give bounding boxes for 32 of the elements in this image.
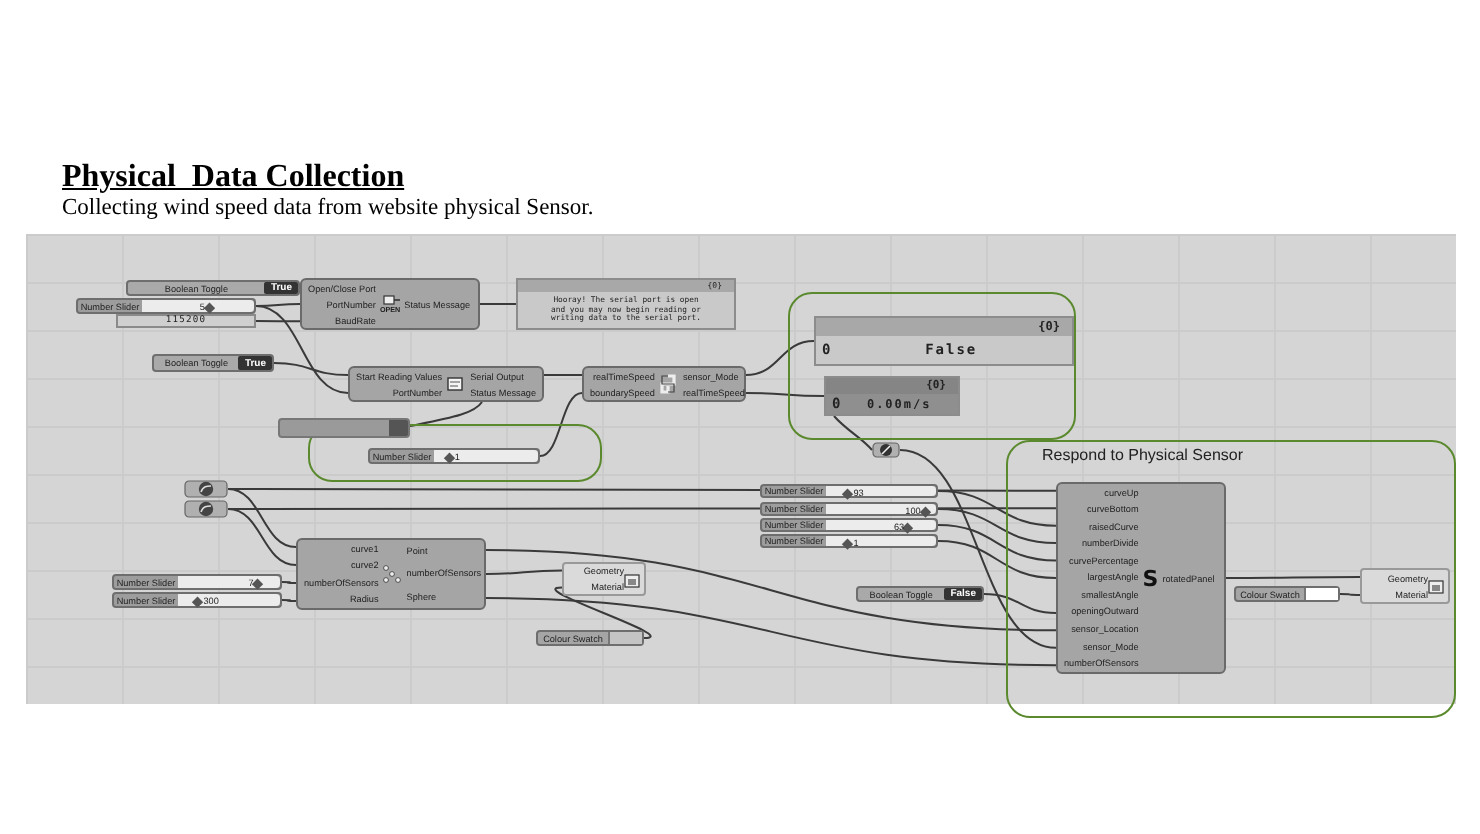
wire — [543, 374, 583, 376]
component-glyph: S — [1142, 567, 1159, 589]
curve-param-icon — [184, 500, 228, 518]
slider-grip[interactable] — [842, 537, 853, 548]
wire — [1225, 576, 1361, 579]
preview-icon — [624, 571, 640, 587]
swatch-color[interactable] — [1304, 588, 1338, 600]
wire — [1339, 593, 1361, 596]
wire — [479, 303, 517, 305]
wire — [833, 415, 873, 451]
slider-grip[interactable] — [192, 595, 203, 606]
curve-param-icon — [184, 480, 228, 498]
slider-grip[interactable] — [444, 451, 455, 462]
wire — [745, 340, 815, 376]
slider-bar — [278, 418, 410, 438]
slider-grip[interactable] — [919, 505, 930, 516]
wire — [539, 392, 583, 457]
document-title: Physical Data Collection — [62, 160, 405, 196]
points-icon — [382, 564, 403, 584]
plug-icon — [381, 294, 400, 306]
swatch-color[interactable] — [608, 632, 642, 644]
wire — [745, 392, 825, 397]
document-subtitle: Collecting wind speed data from website physical Sensor. — [62, 196, 596, 222]
slider-grip[interactable] — [252, 577, 262, 588]
wire — [409, 401, 483, 427]
slider-grip[interactable] — [203, 301, 214, 312]
preview-icon — [1428, 578, 1444, 594]
relay-icon — [872, 442, 900, 458]
slider-grip[interactable] — [903, 521, 913, 532]
slider-grip[interactable] — [842, 487, 853, 498]
group-title: Respond to Physical Sensor — [1042, 446, 1243, 464]
document-icon — [446, 376, 467, 392]
